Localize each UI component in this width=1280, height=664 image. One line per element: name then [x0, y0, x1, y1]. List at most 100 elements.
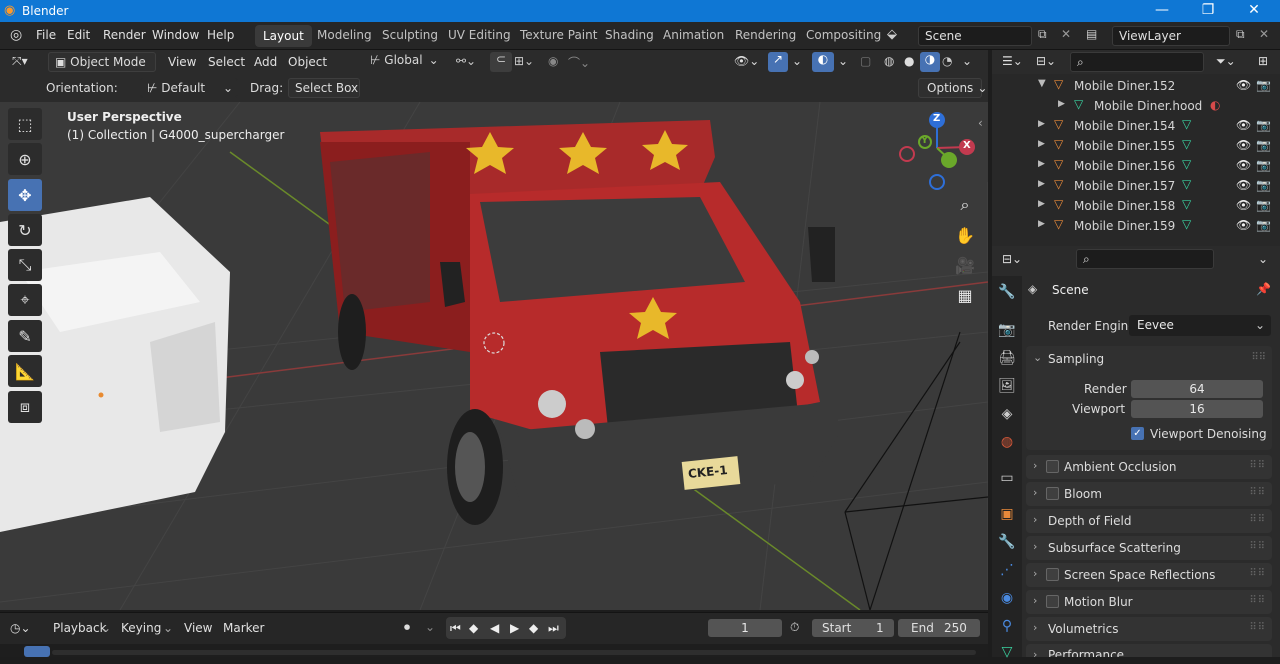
- rendered-shading-icon[interactable]: ◔: [942, 54, 952, 68]
- pan-hand-icon[interactable]: ✋: [952, 222, 978, 248]
- tab-sculpting[interactable]: Sculpting: [382, 28, 438, 42]
- ssr-checkbox[interactable]: [1046, 568, 1059, 581]
- tab-shading[interactable]: Shading: [605, 28, 654, 42]
- panel-bloom[interactable]: › Bloom ⠿⠿: [1026, 482, 1272, 506]
- eye-icon[interactable]: 👁: [1236, 198, 1251, 212]
- proportional-edit-icon[interactable]: ◉: [548, 54, 558, 68]
- sampling-title[interactable]: Sampling: [1048, 352, 1104, 366]
- properties-options-icon[interactable]: ⌄: [1258, 252, 1268, 266]
- expand-closed-icon[interactable]: ▶: [1038, 219, 1045, 229]
- tab-animation[interactable]: Animation: [663, 28, 724, 42]
- jump-start-icon[interactable]: ⏮: [450, 617, 461, 639]
- camera-render-icon[interactable]: 📷: [1256, 118, 1271, 132]
- solid-shading-icon[interactable]: ●: [904, 54, 914, 68]
- snap-icon[interactable]: ⊂: [490, 52, 512, 72]
- drag-grip-icon[interactable]: ⠿⠿: [1249, 514, 1266, 525]
- drag-grip-icon[interactable]: ⠿⠿: [1249, 568, 1266, 579]
- scene-field[interactable]: Scene: [918, 26, 1032, 46]
- data-tab-icon[interactable]: ▽: [995, 640, 1019, 664]
- menu-view[interactable]: View: [168, 55, 196, 69]
- camera-render-icon[interactable]: 📷: [1256, 218, 1271, 232]
- menu-keying[interactable]: Keying: [121, 621, 161, 635]
- panel-motion-blur[interactable]: › Motion Blur ⠿⠿: [1026, 590, 1272, 614]
- menu-playback[interactable]: Playback: [53, 621, 107, 635]
- start-frame-field[interactable]: Start 1: [812, 619, 894, 637]
- transform-orientation-dropdown[interactable]: ⊬ Global ⌄: [370, 53, 448, 73]
- camera-render-icon[interactable]: 📷: [1256, 178, 1271, 192]
- play-reverse-icon[interactable]: ◀: [490, 617, 499, 639]
- outliner-item[interactable]: ▶ ▽ Mobile Diner.157 ▽ 👁 📷: [992, 176, 1280, 196]
- expand-closed-icon[interactable]: ▶: [1038, 199, 1045, 209]
- viewlayer-field[interactable]: ViewLayer: [1112, 26, 1230, 46]
- outliner-item[interactable]: ▶ ▽ Mobile Diner.155 ▽ 👁 📷: [992, 136, 1280, 156]
- jump-end-icon[interactable]: ⏭: [548, 617, 559, 639]
- end-frame-field[interactable]: End 250: [898, 619, 980, 637]
- measure-tool-icon[interactable]: 📐: [8, 355, 42, 387]
- menu-window[interactable]: Window: [152, 28, 199, 42]
- close-icon[interactable]: ✕: [1244, 2, 1264, 18]
- zoom-icon[interactable]: ⌕: [952, 192, 978, 218]
- view-layer-tab-icon[interactable]: 🖼: [995, 374, 1019, 398]
- menu-help[interactable]: Help: [207, 28, 234, 42]
- properties-editor-icon[interactable]: ⊟⌄: [1002, 252, 1022, 266]
- menu-render[interactable]: Render: [103, 28, 146, 42]
- rotate-tool-icon[interactable]: ↻: [8, 214, 42, 246]
- tab-layout[interactable]: Layout: [255, 25, 312, 47]
- output-tab-icon[interactable]: 🖨: [995, 346, 1019, 370]
- expand-closed-icon[interactable]: ▶: [1038, 139, 1045, 149]
- outliner-item[interactable]: ▼ ▽ Mobile Diner.152 👁 📷: [992, 76, 1280, 96]
- collection-tab-icon[interactable]: ▭: [995, 466, 1019, 490]
- camera-render-icon[interactable]: 📷: [1256, 158, 1271, 172]
- sidebar-toggle-icon[interactable]: ‹: [978, 116, 983, 130]
- cursor-tool-icon[interactable]: ⊕: [8, 143, 42, 175]
- preview-range-icon[interactable]: ⏱: [790, 620, 799, 635]
- viewport-denoising-checkbox[interactable]: ✓: [1131, 427, 1144, 440]
- delete-viewlayer-icon[interactable]: ✕: [1259, 27, 1269, 41]
- new-scene-icon[interactable]: ⧉: [1038, 27, 1047, 42]
- modifier-tab-icon[interactable]: 🔧: [995, 530, 1019, 554]
- menu-timeline-view[interactable]: View: [184, 621, 212, 635]
- drag-grip-icon[interactable]: ⠿⠿: [1249, 541, 1266, 552]
- overlays-chevron-icon[interactable]: ⌄: [838, 54, 848, 68]
- panel-depth-of-field[interactable]: › Depth of Field ⠿⠿: [1026, 509, 1272, 533]
- viewport-samples-field[interactable]: 16: [1131, 400, 1263, 418]
- add-cube-tool-icon[interactable]: ⧈: [8, 391, 42, 423]
- current-frame-field[interactable]: 1: [708, 619, 782, 637]
- eye-icon[interactable]: 👁: [1236, 118, 1251, 132]
- mode-dropdown[interactable]: ▣ Object Mode⌄: [48, 52, 156, 87]
- timeline-scrollbar[interactable]: [52, 650, 976, 655]
- shading-chevron-icon[interactable]: ⌄: [962, 54, 972, 68]
- tab-texture-paint[interactable]: Texture Paint: [520, 28, 597, 42]
- move-tool-icon[interactable]: ✥: [8, 179, 42, 211]
- scene-selector-icon[interactable]: ⬙: [887, 27, 897, 42]
- expand-closed-icon[interactable]: ▶: [1058, 99, 1065, 109]
- outliner-item[interactable]: ▶ ▽ Mobile Diner.158 ▽ 👁 📷: [992, 196, 1280, 216]
- gizmo-chevron-icon[interactable]: ⌄: [792, 54, 802, 68]
- delete-scene-icon[interactable]: ✕: [1061, 27, 1071, 41]
- options-dropdown[interactable]: Options ⌄: [918, 78, 987, 98]
- ortho-grid-icon[interactable]: ▦: [952, 282, 978, 308]
- outliner-item[interactable]: ▶ ▽ Mobile Diner.hood ◐: [992, 96, 1280, 116]
- camera-render-icon[interactable]: 📷: [1256, 78, 1271, 92]
- camera-render-icon[interactable]: 📷: [1256, 138, 1271, 152]
- xray-icon[interactable]: ▢: [860, 54, 871, 68]
- drag-dropdown[interactable]: Select Box: [288, 78, 360, 98]
- 3d-viewport[interactable]: CKE-1 User Perspective (1) Collection | …: [0, 102, 988, 610]
- annotate-tool-icon[interactable]: ✎: [8, 320, 42, 352]
- tab-compositing[interactable]: Compositing: [806, 28, 881, 42]
- menu-select[interactable]: Select: [208, 55, 245, 69]
- camera-render-icon[interactable]: 📷: [1256, 198, 1271, 212]
- overlays-icon[interactable]: ◐: [812, 52, 834, 72]
- bloom-checkbox[interactable]: [1046, 487, 1059, 500]
- menu-object[interactable]: Object: [288, 55, 327, 69]
- filter-icon[interactable]: ⏷⌄: [1216, 54, 1236, 69]
- falloff-icon[interactable]: ⌒⌄: [568, 54, 590, 71]
- minimize-icon[interactable]: —: [1152, 2, 1172, 18]
- world-tab-icon[interactable]: ◍: [995, 430, 1019, 454]
- panel-ambient-occlusion[interactable]: › Ambient Occlusion ⠿⠿: [1026, 455, 1272, 479]
- editor-type-icon[interactable]: ⤧▾: [12, 54, 28, 69]
- new-collection-icon[interactable]: ⊞: [1258, 54, 1268, 68]
- drag-grip-icon[interactable]: ⠿⠿: [1249, 622, 1266, 633]
- particles-tab-icon[interactable]: ⋰: [995, 558, 1019, 582]
- scale-tool-icon[interactable]: ⤡: [8, 249, 42, 281]
